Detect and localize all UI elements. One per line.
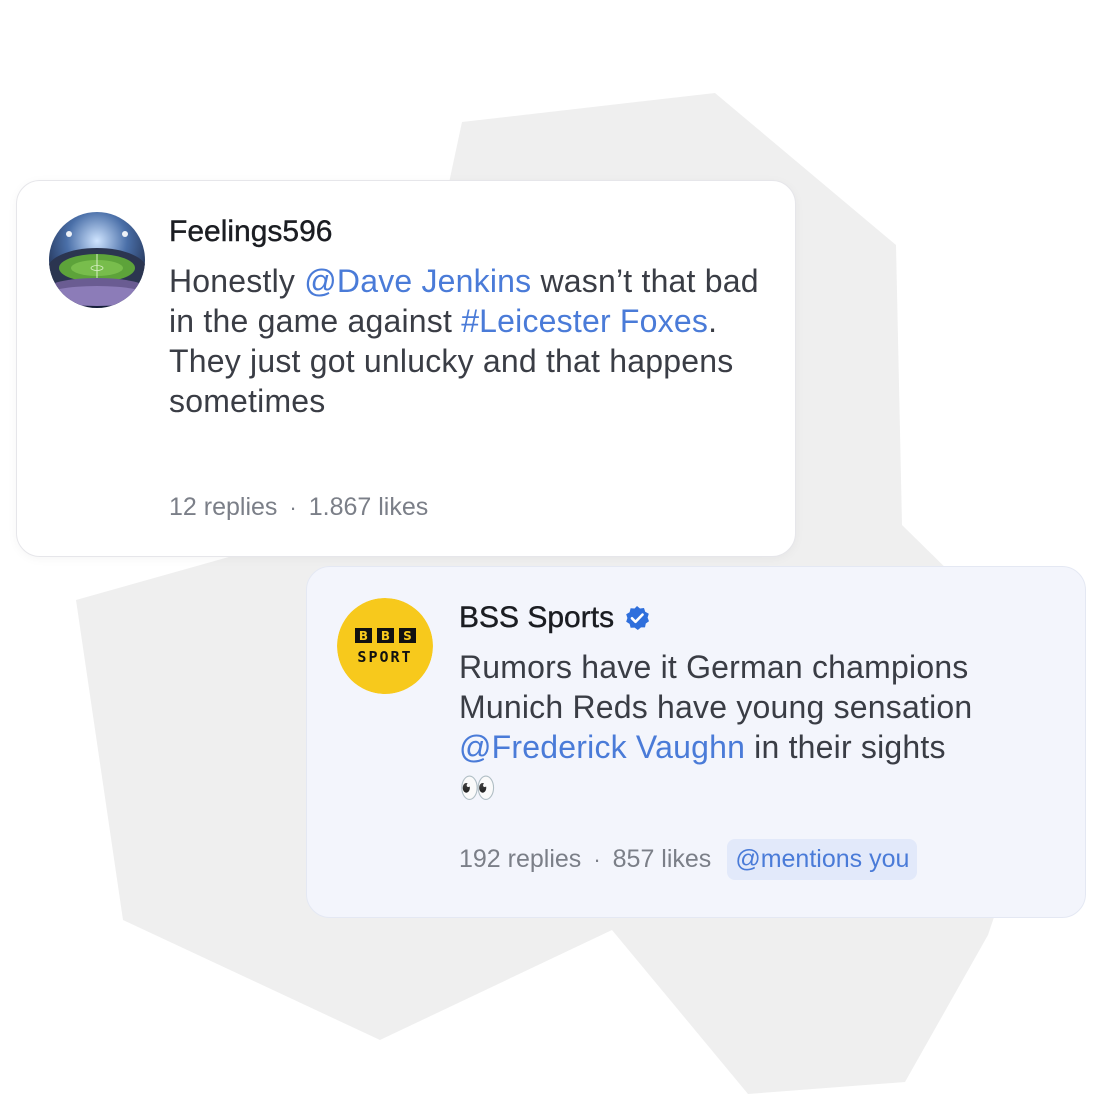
eyes-emoji: 👀: [459, 772, 497, 805]
post-meta: 12 replies · 1.867 likes: [169, 493, 428, 522]
post-card-feelings596[interactable]: Feelings596 Honestly @Dave Jenkins wasn’…: [16, 180, 796, 557]
separator-dot: ·: [289, 494, 297, 520]
stadium-avatar[interactable]: [49, 212, 145, 308]
stadium-icon: [49, 212, 145, 308]
replies-count[interactable]: 192 replies: [459, 845, 581, 874]
username[interactable]: Feelings596: [169, 211, 771, 253]
bbs-sport-logo-avatar[interactable]: B B S SPORT: [337, 598, 433, 694]
post-content: Feelings596 Honestly @Dave Jenkins wasn’…: [169, 211, 771, 421]
bbs-sport-logo-icon: B B S SPORT: [337, 598, 433, 694]
post-text: Rumors have it German champions Munich R…: [459, 649, 973, 725]
username[interactable]: BSS Sports: [459, 597, 1061, 639]
post-body: Rumors have it German champions Munich R…: [459, 647, 1061, 809]
mention-link[interactable]: @Dave Jenkins: [304, 263, 531, 299]
replies-count[interactable]: 12 replies: [169, 493, 277, 522]
verified-badge-icon: [626, 606, 650, 630]
mention-link[interactable]: @Frederick Vaughn: [459, 729, 745, 765]
likes-count[interactable]: 857 likes: [613, 845, 712, 874]
post-text: Honestly: [169, 263, 305, 299]
post-body: Honestly @Dave Jenkins wasn’t that bad i…: [169, 261, 771, 421]
post-text: in their sights: [745, 729, 946, 765]
username-text[interactable]: BSS Sports: [459, 597, 614, 639]
post-meta: 192 replies · 857 likes @mentions you: [459, 839, 918, 880]
social-posts-stage: Feelings596 Honestly @Dave Jenkins wasn’…: [0, 0, 1104, 1100]
post-card-bss-sports[interactable]: B B S SPORT BSS Sports Rumors have it Ge…: [306, 566, 1086, 918]
hashtag-link[interactable]: #Leicester Foxes: [461, 303, 708, 339]
logo-letter: S: [403, 629, 412, 643]
post-content: BSS Sports Rumors have it German champio…: [459, 597, 1061, 809]
likes-count[interactable]: 1.867 likes: [309, 493, 429, 522]
mentions-you-badge[interactable]: @mentions you: [727, 839, 918, 880]
logo-wordmark: SPORT: [357, 648, 412, 666]
logo-letter: B: [359, 629, 368, 643]
username-text[interactable]: Feelings596: [169, 211, 333, 253]
logo-letter: B: [381, 629, 390, 643]
separator-dot: ·: [593, 846, 601, 872]
